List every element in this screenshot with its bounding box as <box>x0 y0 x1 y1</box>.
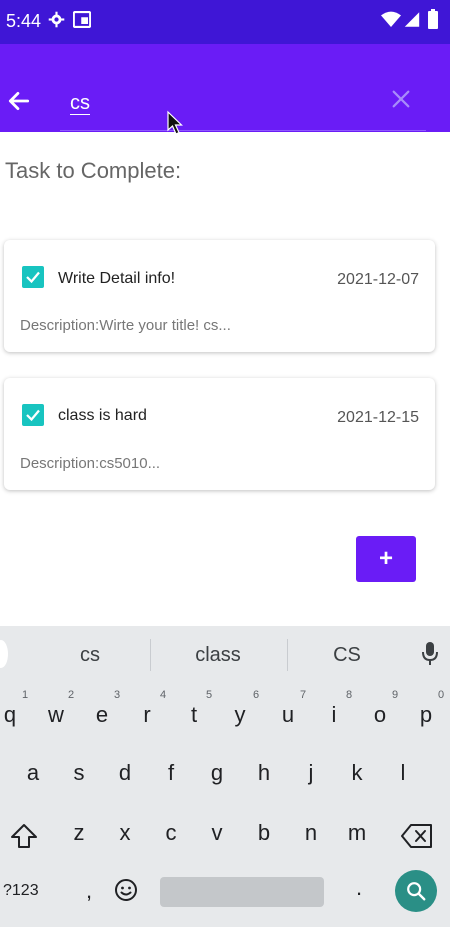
task-description: Description:cs5010... <box>20 455 161 472</box>
key-t[interactable]: t <box>174 702 214 728</box>
key-hint: 0 <box>438 689 445 701</box>
task-card[interactable]: class is hard 2021-12-15 Description:cs5… <box>4 378 435 490</box>
checkmark-icon <box>26 409 40 422</box>
key-w[interactable]: w <box>36 702 76 728</box>
key-d[interactable]: d <box>105 760 145 786</box>
key-c[interactable]: c <box>151 820 191 846</box>
suggestion-strip: cs class CS <box>0 626 450 682</box>
symbols-key[interactable]: ?123 <box>3 882 39 900</box>
key-v[interactable]: v <box>197 820 237 846</box>
search-icon <box>407 882 426 901</box>
key-f[interactable]: f <box>151 760 191 786</box>
key-h[interactable]: h <box>244 760 284 786</box>
key-g[interactable]: g <box>197 760 237 786</box>
soft-keyboard: cs class CS q 1 w 2 e 3 r 4 t 5 y 6 u 7 … <box>0 626 450 927</box>
task-date: 2021-12-07 <box>337 271 419 288</box>
key-period[interactable]: . <box>356 875 362 901</box>
arrow-left-icon[interactable] <box>6 88 32 114</box>
shift-icon[interactable] <box>9 822 39 850</box>
space-bar[interactable] <box>160 877 324 907</box>
key-p[interactable]: p <box>406 702 446 728</box>
key-hint: 5 <box>206 689 213 701</box>
sim-card-icon <box>73 11 91 28</box>
emoji-icon[interactable] <box>114 878 138 902</box>
suggestion-handle <box>0 640 8 668</box>
task-description: Description:Wirte your title! cs... <box>20 317 231 334</box>
task-title: Write Detail info! <box>58 270 176 287</box>
add-task-button[interactable]: + <box>356 536 416 582</box>
search-input[interactable] <box>70 89 390 117</box>
key-q[interactable]: q <box>0 702 30 728</box>
suggestion-divider <box>287 639 288 671</box>
key-e[interactable]: e <box>82 702 122 728</box>
search-key[interactable] <box>395 870 437 912</box>
key-l[interactable]: l <box>383 760 423 786</box>
key-x[interactable]: x <box>105 820 145 846</box>
key-i[interactable]: i <box>314 702 354 728</box>
task-card[interactable]: Write Detail info! 2021-12-07 Descriptio… <box>4 240 435 352</box>
status-bar: 5:44 <box>0 0 450 44</box>
key-hint: 7 <box>300 689 307 701</box>
key-b[interactable]: b <box>244 820 284 846</box>
key-j[interactable]: j <box>291 760 331 786</box>
key-o[interactable]: o <box>360 702 400 728</box>
key-m[interactable]: m <box>337 820 377 846</box>
task-checkbox[interactable] <box>22 404 44 426</box>
key-hint: 3 <box>114 689 121 701</box>
key-hint: 6 <box>253 689 260 701</box>
close-icon[interactable] <box>390 88 412 110</box>
page-title: Task to Complete: <box>5 158 182 183</box>
key-a[interactable]: a <box>13 760 53 786</box>
key-y[interactable]: y <box>220 702 260 728</box>
suggestion-item[interactable]: CS <box>297 644 397 667</box>
microphone-icon[interactable] <box>420 641 440 667</box>
backspace-icon[interactable] <box>401 823 433 849</box>
status-time: 5:44 <box>6 11 42 31</box>
key-hint: 4 <box>160 689 167 701</box>
task-date: 2021-12-15 <box>337 409 419 426</box>
suggestion-item[interactable]: class <box>168 644 268 667</box>
key-hint: 9 <box>392 689 399 701</box>
key-hint: 2 <box>68 689 75 701</box>
search-app-bar <box>0 44 450 132</box>
key-u[interactable]: u <box>268 702 308 728</box>
gear-icon <box>48 11 65 28</box>
battery-icon <box>428 9 438 29</box>
search-underline <box>60 130 426 131</box>
suggestion-item[interactable]: cs <box>40 644 140 667</box>
key-s[interactable]: s <box>59 760 99 786</box>
key-z[interactable]: z <box>59 820 99 846</box>
checkmark-icon <box>26 271 40 284</box>
key-k[interactable]: k <box>337 760 377 786</box>
signal-icon <box>404 12 420 27</box>
key-hint: 8 <box>346 689 353 701</box>
key-comma[interactable]: , <box>86 878 92 904</box>
mouse-cursor-icon <box>167 110 183 135</box>
key-hint: 1 <box>22 689 29 701</box>
task-checkbox[interactable] <box>22 266 44 288</box>
task-title: class is hard <box>58 407 147 424</box>
suggestion-divider <box>150 639 151 671</box>
key-r[interactable]: r <box>127 702 167 728</box>
wifi-icon <box>381 11 401 27</box>
key-n[interactable]: n <box>291 820 331 846</box>
